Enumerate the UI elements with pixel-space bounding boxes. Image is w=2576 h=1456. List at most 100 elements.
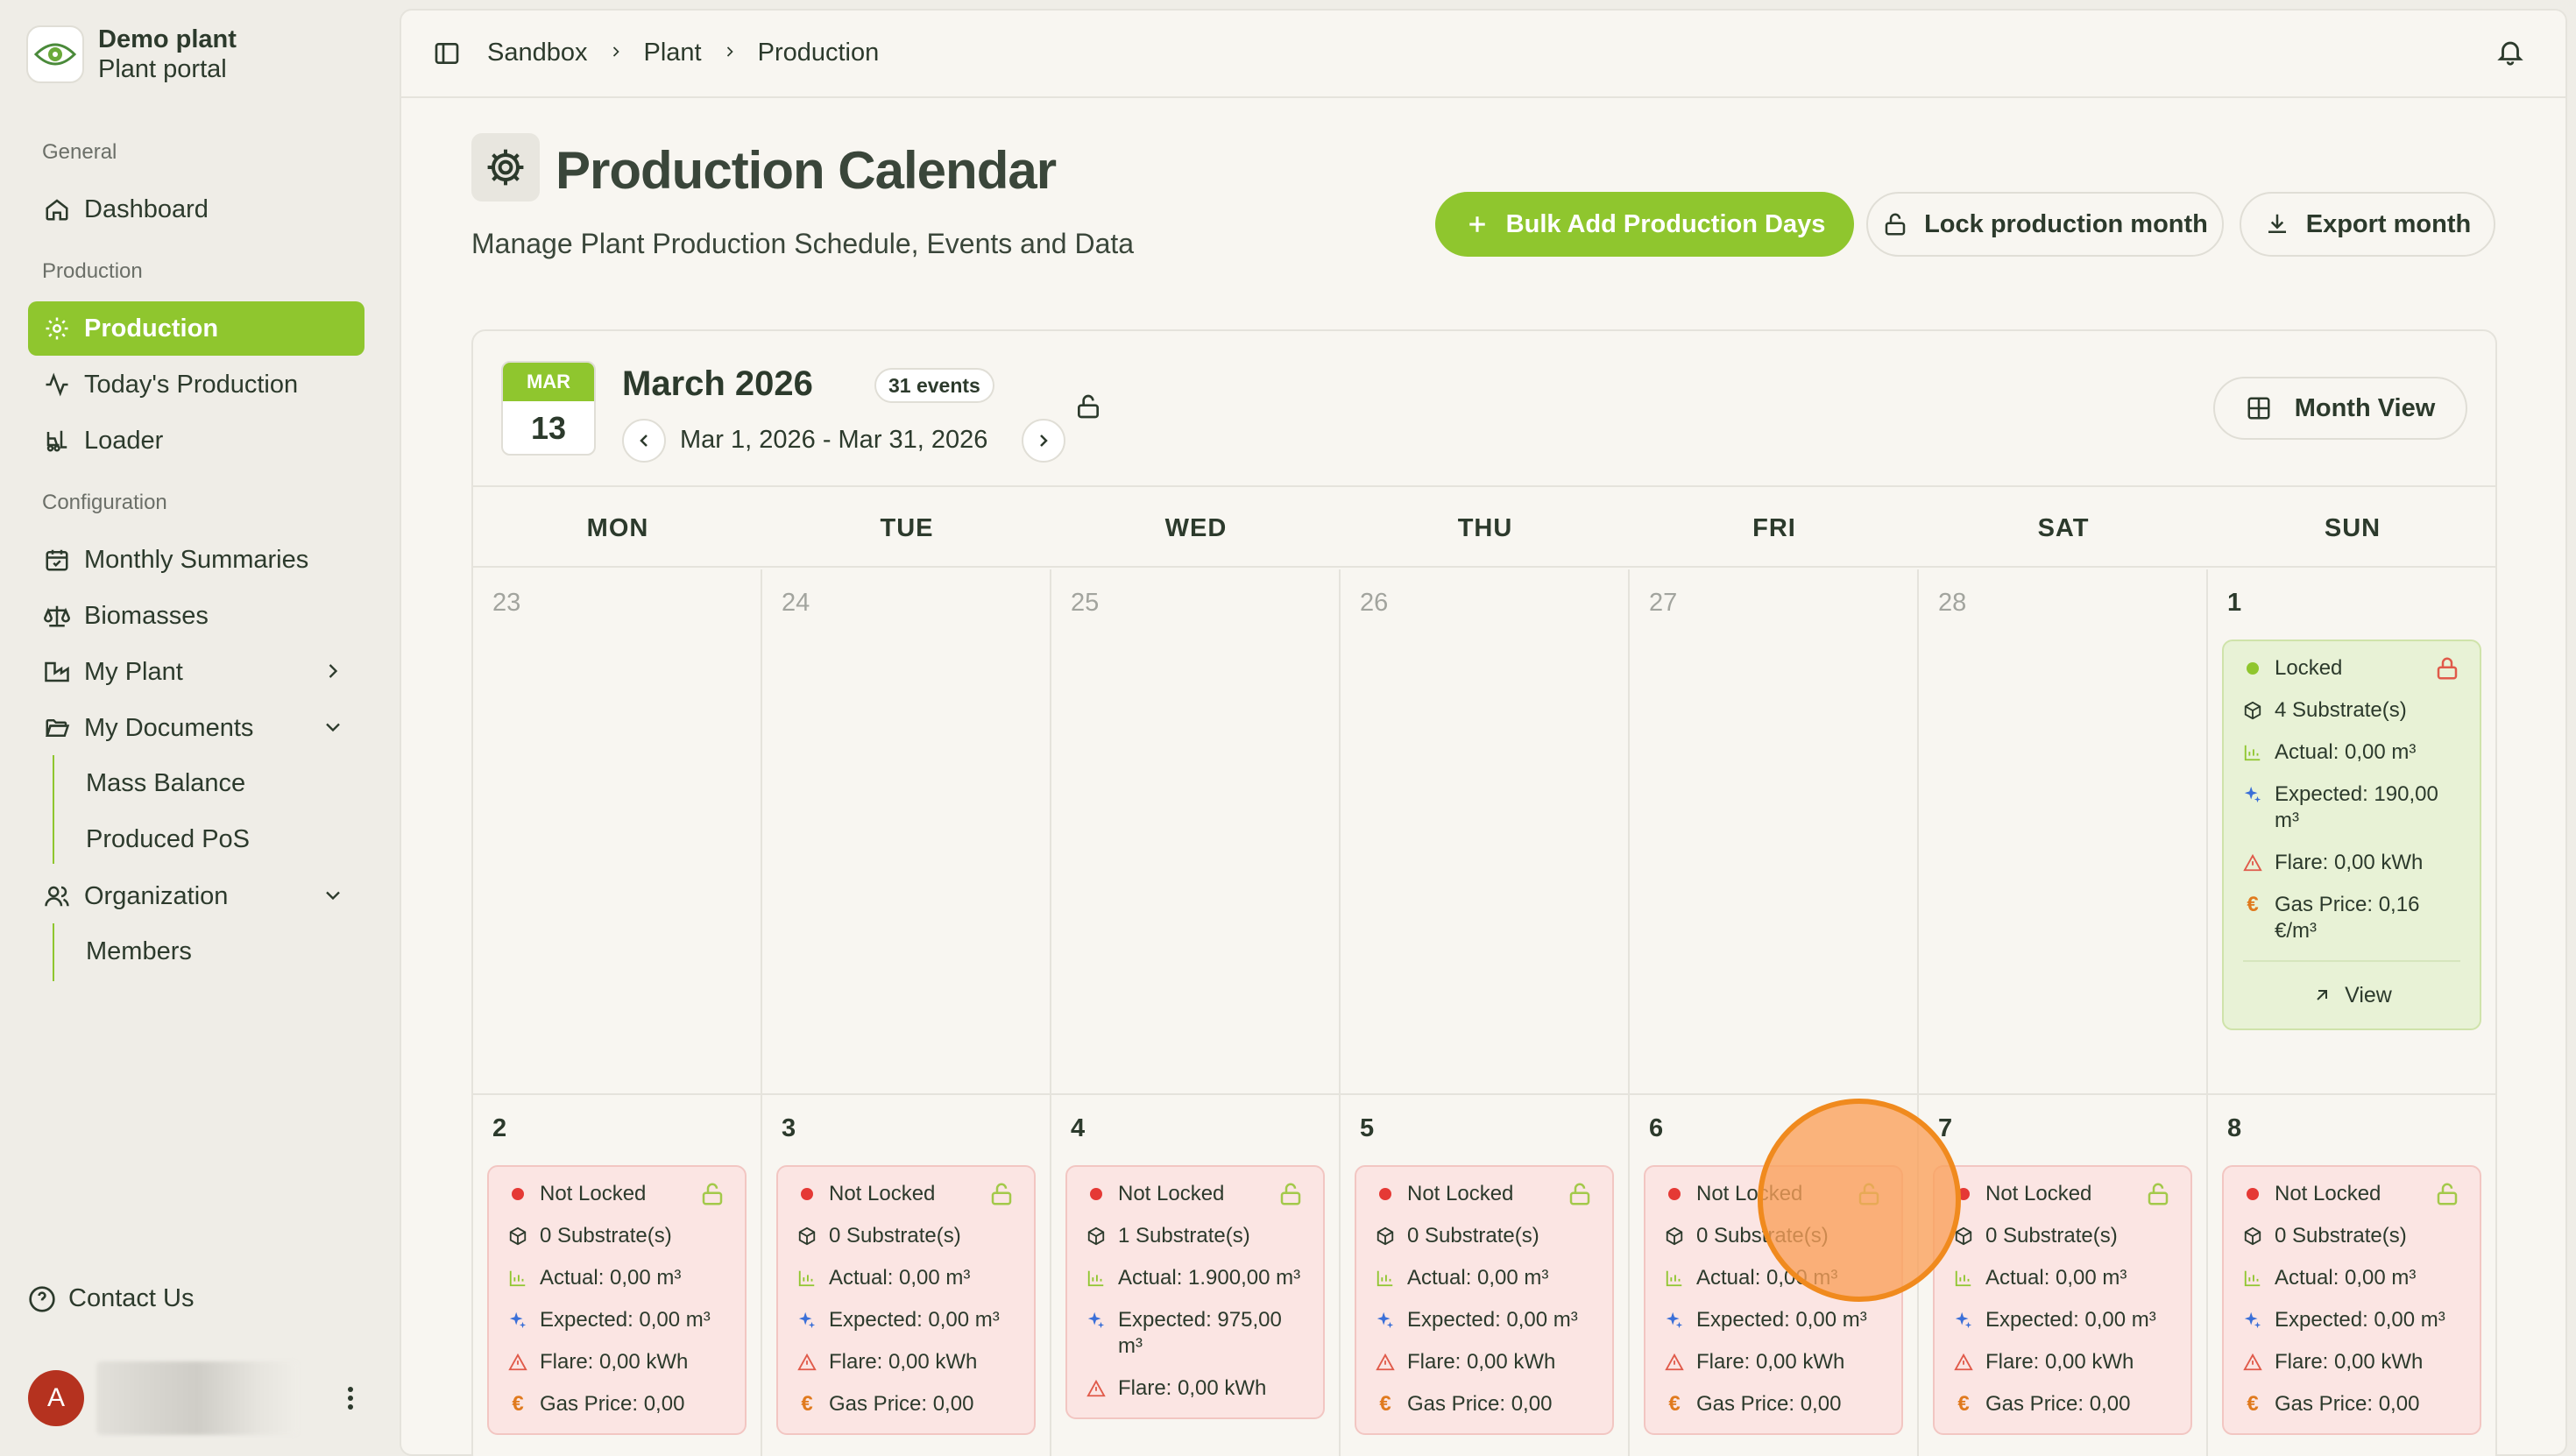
grid-icon [2246,395,2272,421]
events-count-badge: 31 events [874,368,994,403]
bell-icon[interactable] [2495,37,2525,71]
sparkles-icon [797,1307,817,1333]
calendar-day-cell[interactable]: 7 Not Locked 0 Substrate(s) Actual: 0,00… [1919,1095,2208,1456]
sidebar-item-label: Dashboard [84,194,209,223]
weekday-wed: WED [1164,513,1228,542]
sidebar-item-my-documents[interactable]: My Documents [28,701,364,755]
lock-open-icon[interactable] [1277,1181,1304,1214]
weekday-tue: TUE [880,513,934,542]
section-configuration: Configuration [42,491,167,514]
sidebar-item-members[interactable]: Members [86,937,192,966]
event-card-not-locked[interactable]: Not Locked 0 Substrate(s) Actual: 0,00 m… [776,1165,1036,1435]
sidebar: Demo plant Plant portal General Dashboar… [0,0,400,1456]
sparkles-icon [1086,1307,1106,1333]
event-expected: Expected: 0,00 m³ [1696,1308,1867,1332]
date-range: Mar 1, 2026 - Mar 31, 2026 [680,426,988,454]
next-month-button[interactable] [1022,419,1065,463]
scale-icon [42,601,72,631]
factory-icon [42,657,72,687]
event-card-locked[interactable]: Locked 4 Substrate(s) Actual: 0,00 m³ Ex… [2222,640,2481,1030]
sidebar-item-produced-pos[interactable]: Produced PoS [86,825,250,854]
calendar-day-cell[interactable]: 28 [1919,569,2208,1095]
alert-triangle-icon [1376,1349,1395,1375]
event-substrates: 0 Substrate(s) [540,1224,672,1247]
calendar-day-cell[interactable]: 26 [1341,569,1630,1095]
event-flare: Flare: 0,00 kWh [1696,1350,1845,1374]
event-gas-price: Gas Price: 0,00 [1985,1392,2131,1416]
sidebar-item-biomasses[interactable]: Biomasses [28,589,364,643]
forklift-icon [42,426,72,456]
sidebar-item-loader[interactable]: Loader [28,413,364,468]
calendar-day-cell[interactable]: 24 [762,569,1051,1095]
event-card-not-locked[interactable]: Not Locked 0 Substrate(s) Actual: 0,00 m… [487,1165,747,1435]
day-number: 8 [2227,1114,2242,1142]
contact-us-link[interactable]: Contact Us [28,1284,194,1313]
event-expected: Expected: 0,00 m³ [2275,1308,2445,1332]
sidebar-item-mass-balance[interactable]: Mass Balance [86,769,245,798]
event-card-not-locked[interactable]: Not Locked 0 Substrate(s) Actual: 0,00 m… [1933,1165,2192,1435]
calendar-day-cell[interactable]: 4 Not Locked 1 Substrate(s) Actual: 1.90… [1051,1095,1341,1456]
lock-open-icon[interactable] [699,1181,725,1214]
euro-icon: € [1957,1392,1970,1416]
lock-production-month-button[interactable]: Lock production month [1866,192,2224,257]
export-month-button[interactable]: Export month [2240,192,2495,257]
event-status: Not Locked [1407,1182,1514,1205]
breadcrumb-production: Production [757,39,880,67]
sidebar-toggle-icon[interactable] [433,39,461,67]
bulk-add-production-days-button[interactable]: Bulk Add Production Days [1435,192,1854,257]
calendar-day-cell[interactable]: 5 Not Locked 0 Substrate(s) Actual: 0,00… [1341,1095,1630,1456]
day-number: 27 [1649,589,1678,617]
lock-open-icon[interactable] [2145,1181,2171,1214]
event-flare: Flare: 0,00 kWh [1118,1376,1267,1400]
event-actual: Actual: 0,00 m³ [2275,740,2417,764]
calendar-day-cell[interactable]: 1 Locked 4 Substrate(s) Actual: 0,00 m³ … [2208,569,2495,1095]
month-view-button[interactable]: Month View [2213,377,2467,440]
lock-open-icon[interactable] [1567,1181,1593,1214]
calendar-day-cell[interactable]: 23 [473,569,762,1095]
brand[interactable]: Demo plant Plant portal [26,25,237,84]
lock-open-icon[interactable] [988,1181,1015,1214]
event-actual: Actual: 0,00 m³ [2275,1266,2417,1290]
sidebar-item-label: Biomasses [84,601,209,630]
sidebar-item-my-plant[interactable]: My Plant [28,645,364,699]
sidebar-item-organization[interactable]: Organization [28,869,364,923]
euro-icon: € [2247,893,2259,916]
lock-open-icon[interactable] [1074,392,1102,425]
lock-closed-icon[interactable] [2434,655,2460,689]
breadcrumb-plant[interactable]: Plant [644,39,702,67]
activity-icon [42,370,72,399]
previous-month-button[interactable] [622,419,666,463]
calendar-day-cell[interactable]: 3 Not Locked 0 Substrate(s) Actual: 0,00… [762,1095,1051,1456]
today-month: MAR [503,363,594,401]
calendar-header: MAR 13 March 2026 31 events Mar 1, 2026 … [473,331,2495,487]
sidebar-item-todays-production[interactable]: Today's Production [28,357,364,412]
day-number: 26 [1360,589,1389,617]
event-card-not-locked[interactable]: Not Locked 0 Substrate(s) Actual: 0,00 m… [2222,1165,2481,1435]
event-status: Locked [2275,656,2343,680]
bar-chart-icon [1086,1265,1106,1291]
sidebar-item-dashboard[interactable]: Dashboard [28,182,364,237]
calendar-day-cell[interactable]: 8 Not Locked 0 Substrate(s) Actual: 0,00… [2208,1095,2495,1456]
calendar-day-cell[interactable]: 2 Not Locked 0 Substrate(s) Actual: 0,00… [473,1095,762,1456]
event-card-not-locked[interactable]: Not Locked 1 Substrate(s) Actual: 1.900,… [1065,1165,1325,1419]
calendar-day-cell[interactable]: 25 [1051,569,1341,1095]
more-vertical-icon[interactable] [340,1382,361,1414]
lock-open-icon[interactable] [2434,1181,2460,1214]
event-status: Not Locked [1985,1182,2092,1205]
avatar[interactable]: A [28,1370,84,1426]
chevron-right-icon [321,659,345,690]
weekday-thu: THU [1457,513,1513,542]
event-expected: Expected: 0,00 m³ [1407,1308,1578,1332]
euro-icon: € [1379,1392,1391,1416]
calendar-day-cell[interactable]: 27 [1630,569,1919,1095]
page-subtitle: Manage Plant Production Schedule, Events… [471,228,1135,259]
event-card-not-locked[interactable]: Not Locked 0 Substrate(s) Actual: 0,00 m… [1355,1165,1614,1435]
sidebar-item-monthly-summaries[interactable]: Monthly Summaries [28,533,364,587]
view-event-button[interactable]: View [2224,962,2480,1028]
chevron-down-icon [321,883,345,915]
folder-open-icon [42,713,72,743]
sidebar-item-production[interactable]: Production [28,301,364,356]
breadcrumb-sandbox[interactable]: Sandbox [487,39,588,67]
package-icon [508,1223,527,1249]
status-dot [512,1188,524,1200]
